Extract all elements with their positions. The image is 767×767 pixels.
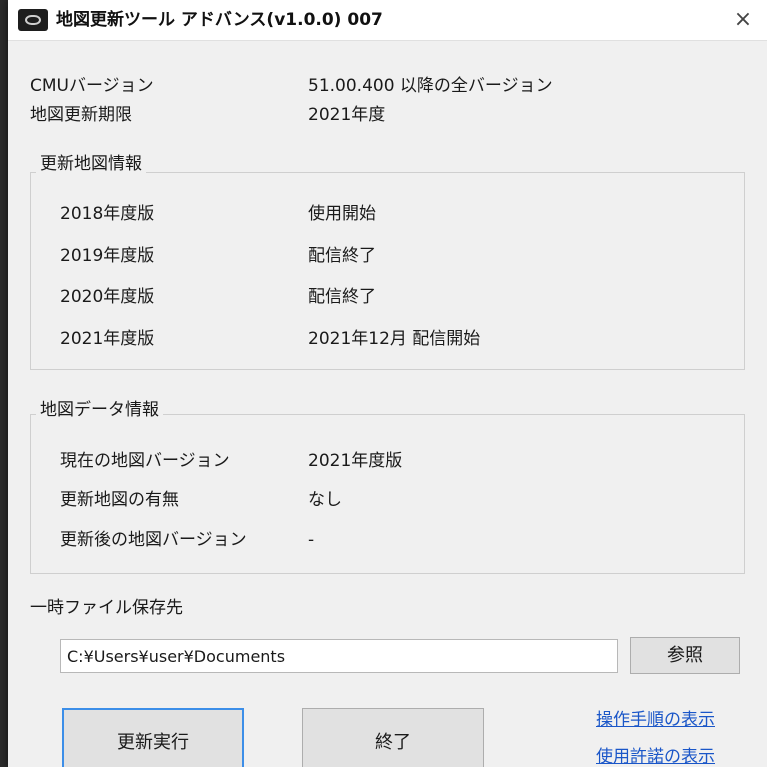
map-update-tool-window: 地図更新ツール アドバンス(v1.0.0) 007 × CMUバージョン 51.… bbox=[8, 0, 767, 767]
temp-folder-label: 一時ファイル保存先 bbox=[30, 598, 183, 618]
show-procedure-link[interactable]: 操作手順の表示 bbox=[596, 708, 715, 732]
exit-button[interactable]: 終了 bbox=[302, 708, 484, 767]
browse-button[interactable]: 参照 bbox=[630, 637, 740, 674]
update-map-row-value: 2021年12月 配信開始 bbox=[308, 329, 481, 349]
map-data-row-label: 更新後の地図バージョン bbox=[60, 530, 247, 550]
map-data-row-value: なし bbox=[308, 490, 342, 510]
update-map-info-title: 更新地図情報 bbox=[36, 152, 146, 176]
update-map-row-label: 2021年度版 bbox=[60, 329, 155, 349]
app-icon bbox=[18, 9, 48, 31]
window-title: 地図更新ツール アドバンス(v1.0.0) 007 bbox=[56, 10, 383, 30]
show-license-link[interactable]: 使用許諾の表示 bbox=[596, 745, 715, 767]
map-data-row-label: 更新地図の有無 bbox=[60, 490, 179, 510]
update-map-row-value: 使用開始 bbox=[308, 204, 376, 224]
update-map-row-label: 2020年度版 bbox=[60, 287, 155, 307]
update-map-row-value: 配信終了 bbox=[308, 287, 376, 307]
update-map-row-value: 配信終了 bbox=[308, 246, 376, 266]
update-map-row-label: 2019年度版 bbox=[60, 246, 155, 266]
temp-folder-path-input[interactable] bbox=[60, 639, 618, 673]
map-data-info-title: 地図データ情報 bbox=[36, 398, 163, 422]
map-data-row-value: - bbox=[308, 530, 315, 550]
cmu-version-value: 51.00.400 以降の全バージョン bbox=[308, 76, 553, 96]
execute-update-button[interactable]: 更新実行 bbox=[62, 708, 244, 767]
close-button[interactable]: × bbox=[727, 5, 759, 35]
map-update-deadline-label: 地図更新期限 bbox=[30, 105, 132, 125]
update-map-row-label: 2018年度版 bbox=[60, 204, 155, 224]
title-bar[interactable]: 地図更新ツール アドバンス(v1.0.0) 007 × bbox=[8, 0, 767, 41]
map-update-deadline-value: 2021年度 bbox=[308, 105, 386, 125]
cmu-version-label: CMUバージョン bbox=[30, 76, 154, 96]
map-data-row-label: 現在の地図バージョン bbox=[60, 451, 230, 471]
map-data-row-value: 2021年度版 bbox=[308, 451, 403, 471]
